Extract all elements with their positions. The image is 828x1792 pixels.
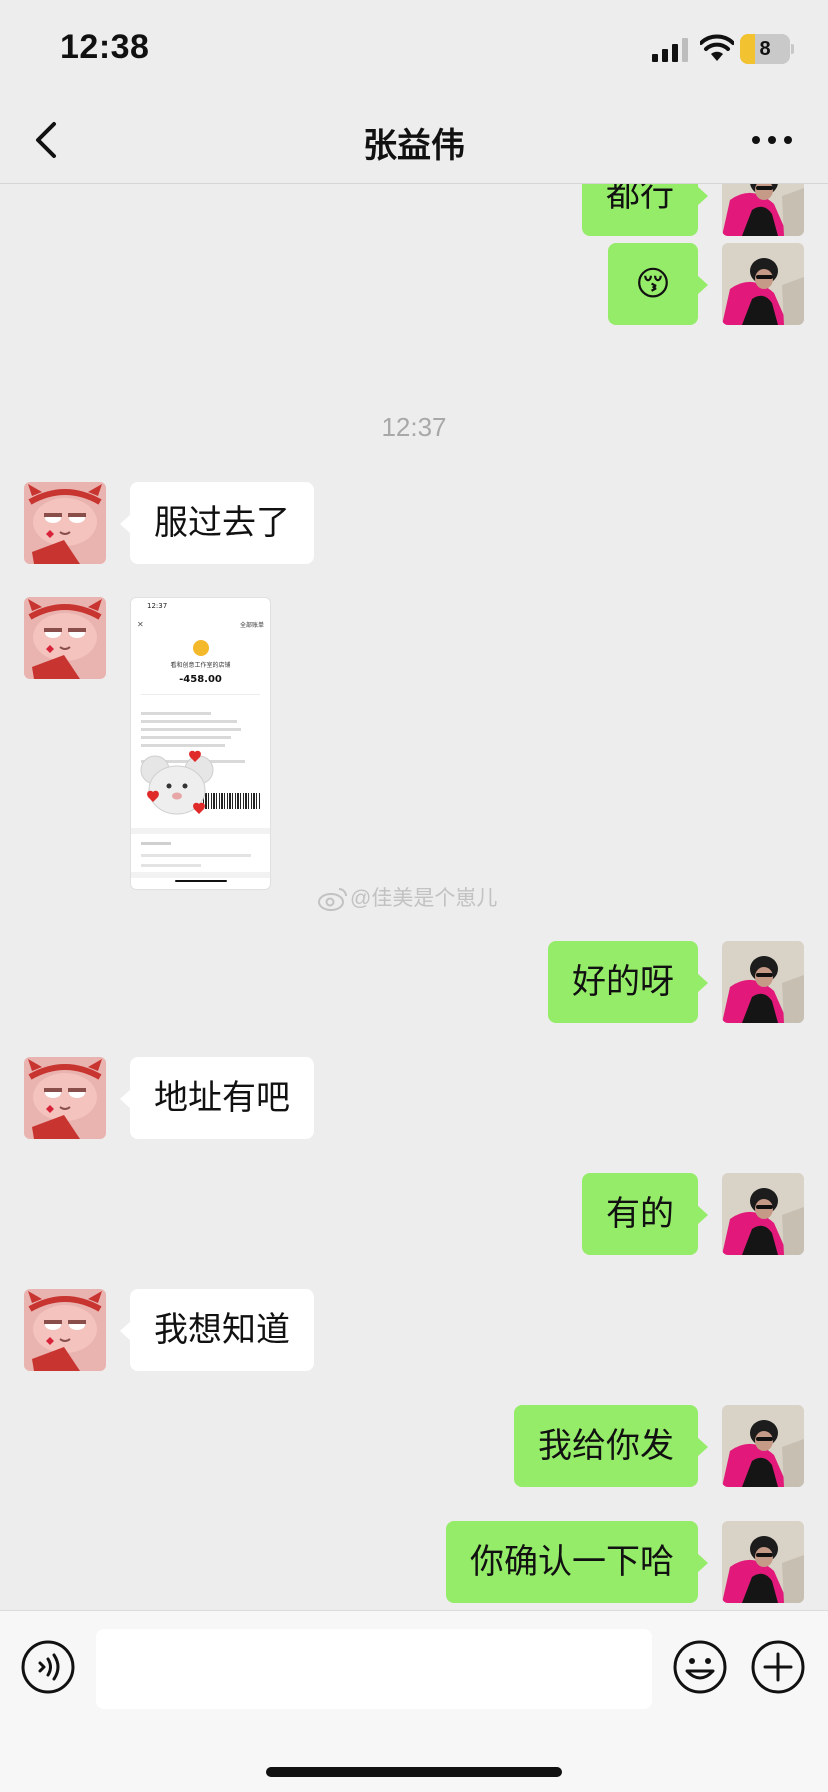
message-input[interactable] <box>96 1629 652 1709</box>
battery-icon: 8 <box>740 34 794 64</box>
status-bar: 12:38 8 <box>0 0 828 96</box>
message-bubble[interactable]: 好的呀 <box>548 941 708 1023</box>
contact-avatar[interactable] <box>24 482 106 564</box>
image-status-time: 12:37 <box>147 602 168 610</box>
contact-avatar[interactable] <box>24 1057 106 1139</box>
payment-coin-icon <box>193 640 209 656</box>
chat-input-bar <box>0 1610 828 1792</box>
chat-title: 张益伟 <box>363 126 465 166</box>
image-message[interactable]: 12:37 ✕ 全部账单 看和创意工作室的店铺 -458.00 <box>130 597 271 890</box>
my-avatar[interactable] <box>722 1173 804 1255</box>
my-avatar[interactable] <box>722 243 804 325</box>
message-bubble[interactable]: 我给你发 <box>514 1405 708 1487</box>
emoji-message-bubble[interactable]: 😚 <box>608 243 708 325</box>
wifi-icon <box>700 34 734 61</box>
contact-avatar[interactable] <box>24 597 106 679</box>
battery-level: 8 <box>759 38 771 60</box>
watermark-text: @佳美是个崽儿 <box>350 887 498 910</box>
image-merchant-name: 看和创意工作室的店铺 <box>170 662 231 669</box>
image-close-icon: ✕ <box>137 620 144 629</box>
more-options-button[interactable] <box>748 120 796 160</box>
cellular-signal-icon <box>652 38 688 62</box>
contact-avatar[interactable] <box>24 1289 106 1371</box>
my-avatar[interactable] <box>722 184 804 236</box>
message-list[interactable]: 都行 😚 12:37 服过去了 12:37 ✕ 全部账单 看和创意工作室的店铺 … <box>0 184 828 1610</box>
more-attachments-button[interactable] <box>750 1639 806 1695</box>
message-timestamp: 12:37 <box>381 412 447 442</box>
home-indicator <box>266 1767 562 1777</box>
image-top-link: 全部账单 <box>239 622 264 629</box>
message-bubble[interactable]: 有的 <box>582 1173 708 1255</box>
message-bubble[interactable]: 我想知道 <box>120 1289 314 1371</box>
message-bubble[interactable]: 服过去了 <box>120 482 314 564</box>
message-bubble[interactable]: 都行 <box>582 184 708 236</box>
weibo-icon <box>318 888 347 911</box>
image-payment-amount: -458.00 <box>179 674 222 685</box>
status-time: 12:38 <box>60 28 150 66</box>
message-bubble[interactable]: 你确认一下哈 <box>446 1521 708 1603</box>
my-avatar[interactable] <box>722 1521 804 1603</box>
emoji-button[interactable] <box>672 1639 728 1695</box>
mouse-sticker-icon <box>140 750 214 815</box>
my-avatar[interactable] <box>722 1405 804 1487</box>
my-avatar[interactable] <box>722 941 804 1023</box>
chat-header: 张益伟 <box>0 96 828 184</box>
message-bubble[interactable]: 地址有吧 <box>120 1057 314 1139</box>
voice-input-button[interactable] <box>20 1639 76 1695</box>
